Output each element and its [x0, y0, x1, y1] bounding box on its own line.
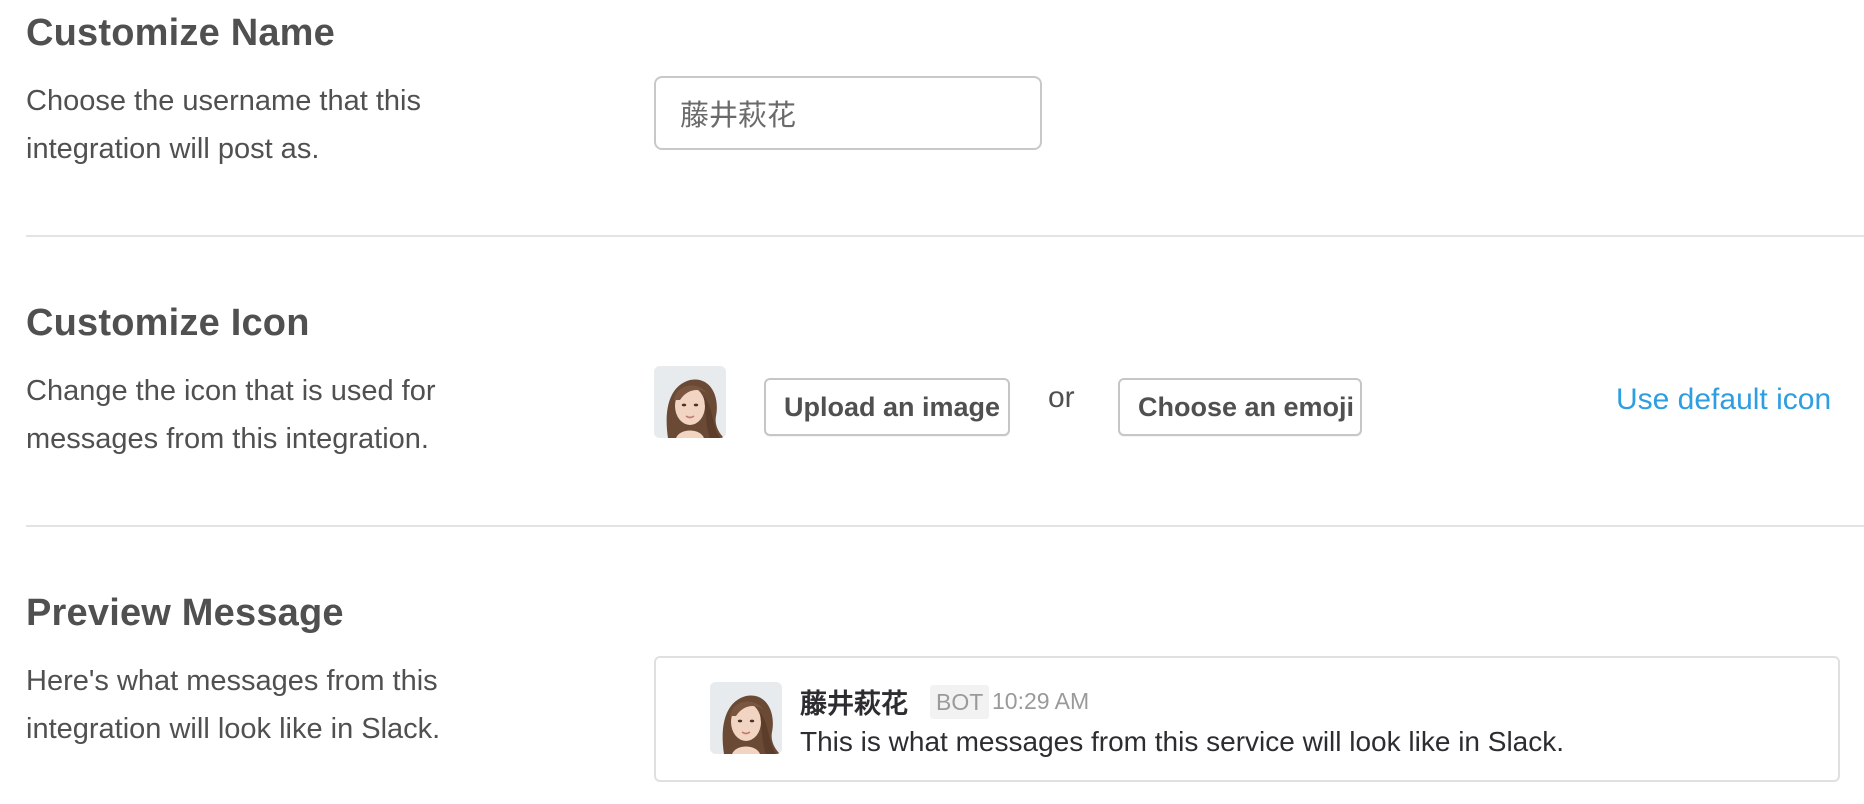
use-default-icon-link[interactable]: Use default icon	[1616, 383, 1831, 417]
preview-message-section: Preview Message Here's what messages fro…	[26, 580, 1864, 804]
current-icon-avatar	[654, 366, 726, 438]
customize-name-title: Customize Name	[26, 12, 335, 54]
avatar-photo-icon	[710, 682, 782, 754]
or-separator: or	[1048, 381, 1075, 414]
message-avatar	[710, 682, 782, 754]
section-divider	[26, 525, 1864, 527]
message-timestamp: 10:29 AM	[992, 688, 1090, 714]
avatar-photo-icon	[654, 366, 726, 438]
customize-icon-description: Change the icon that is used for message…	[26, 375, 436, 455]
preview-message-title: Preview Message	[26, 592, 344, 634]
preview-message-description: Here's what messages from this integrati…	[26, 665, 441, 745]
message-text: This is what messages from this service …	[800, 726, 1565, 757]
choose-emoji-button[interactable]: Choose an emoji	[1118, 378, 1362, 436]
integration-settings-page: Customize Name Choose the username that …	[0, 0, 1864, 804]
bot-badge: BOT	[930, 685, 990, 719]
username-input[interactable]	[654, 76, 1042, 150]
customize-icon-section: Customize Icon Change the icon that is u…	[26, 290, 1864, 520]
customize-name-section: Customize Name Choose the username that …	[26, 0, 1864, 230]
message-username: 藤井萩花	[800, 689, 908, 720]
message-preview-box: 藤井萩花 BOT 10:29 AM This is what messages …	[654, 656, 1840, 782]
upload-image-button[interactable]: Upload an image	[764, 378, 1010, 436]
customize-icon-title: Customize Icon	[26, 302, 310, 344]
customize-name-description: Choose the username that this integratio…	[26, 85, 421, 165]
section-divider	[26, 235, 1864, 237]
